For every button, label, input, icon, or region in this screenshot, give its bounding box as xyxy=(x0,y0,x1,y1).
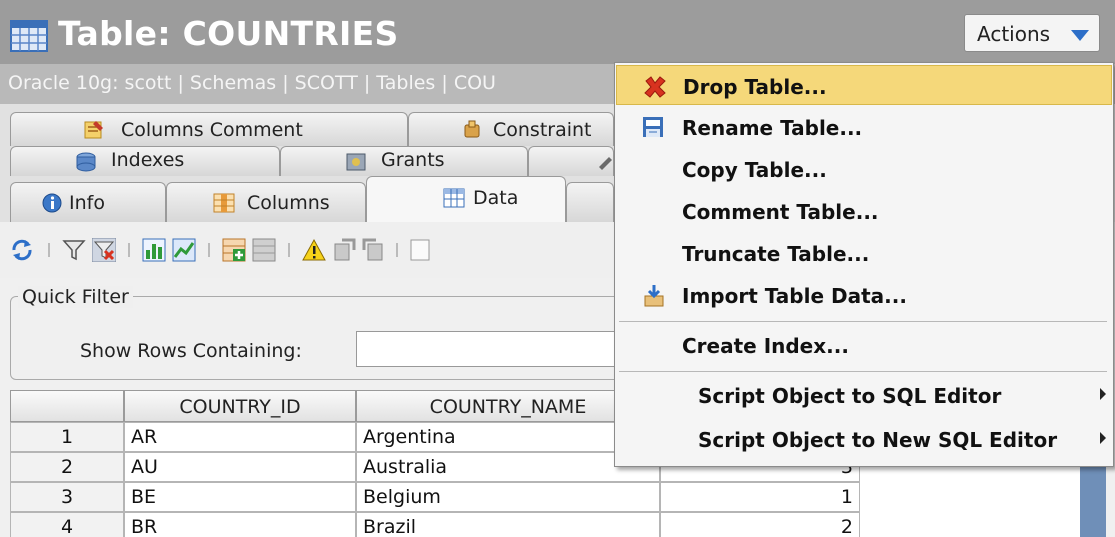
actions-button[interactable]: Actions xyxy=(964,14,1100,52)
menu-item-label: Import Table Data... xyxy=(682,284,907,308)
columns-icon xyxy=(213,193,235,213)
submenu-arrow-icon xyxy=(1100,388,1106,400)
row-number-header xyxy=(10,390,124,422)
menu-item-label: Copy Table... xyxy=(682,158,827,182)
table-cell[interactable]: AR xyxy=(124,422,356,452)
menu-separator xyxy=(619,371,1107,372)
show-rows-label: Show Rows Containing: xyxy=(80,340,302,362)
separator xyxy=(48,243,50,257)
actions-label: Actions xyxy=(977,22,1051,46)
line-chart-icon[interactable] xyxy=(172,238,196,262)
caret-down-icon xyxy=(1071,30,1089,41)
menu-item-label: Comment Table... xyxy=(682,200,879,224)
tab-info[interactable]: Info xyxy=(10,182,166,222)
chart-icon[interactable] xyxy=(142,238,166,262)
separator xyxy=(128,243,130,257)
page-title: Table: COUNTRIES xyxy=(58,14,399,53)
tab-columns-comment[interactable]: Columns Comment xyxy=(10,112,408,146)
clear-filter-icon[interactable] xyxy=(92,238,116,262)
menu-item-label: Rename Table... xyxy=(682,116,863,140)
menu-item-script-object-sql-editor[interactable]: Script Object to SQL Editor xyxy=(616,375,1112,415)
column-header-country-id[interactable]: COUNTRY_ID xyxy=(124,390,356,422)
table-cell[interactable]: 2 xyxy=(660,512,860,537)
tab-grants[interactable]: Grants xyxy=(280,146,528,176)
row-number[interactable]: 1 xyxy=(10,422,124,452)
commit-icon[interactable] xyxy=(332,238,356,262)
info-icon xyxy=(42,193,62,213)
row-number[interactable]: 3 xyxy=(10,482,124,512)
tab-label: Indexes xyxy=(111,149,185,171)
menu-item-rename-table[interactable]: Rename Table... xyxy=(616,107,1112,147)
menu-item-drop-table[interactable]: Drop Table... xyxy=(616,65,1112,105)
menu-item-label: Drop Table... xyxy=(683,75,827,99)
filter-input[interactable] xyxy=(356,331,656,367)
grants-icon xyxy=(346,153,366,171)
table-cell[interactable]: 1 xyxy=(660,482,860,512)
import-icon xyxy=(644,285,664,307)
menu-item-create-index[interactable]: Create Index... xyxy=(616,325,1112,365)
actions-menu: Drop Table... Rename Table... Copy Table… xyxy=(614,62,1114,467)
table-icon xyxy=(10,20,48,52)
menu-item-script-object-new-sql-editor[interactable]: Script Object to New SQL Editor xyxy=(616,419,1112,459)
rename-table-icon xyxy=(643,117,663,137)
table-cell[interactable]: BE xyxy=(124,482,356,512)
drop-x-icon xyxy=(644,76,666,98)
tab-label: Columns xyxy=(247,192,330,214)
add-row-icon[interactable] xyxy=(222,238,246,262)
menu-item-import-table-data[interactable]: Import Table Data... xyxy=(616,275,1112,315)
tab-label: Constraint xyxy=(493,119,592,141)
table-cell[interactable]: Belgium xyxy=(356,482,660,512)
tab-partial-2[interactable] xyxy=(566,182,614,222)
submenu-arrow-icon xyxy=(1100,432,1106,444)
separator xyxy=(288,243,290,257)
index-icon xyxy=(76,152,96,172)
table-cell[interactable]: BR xyxy=(124,512,356,537)
tab-label: Columns Comment xyxy=(121,119,303,141)
tab-constraints[interactable]: Constraint xyxy=(408,112,614,146)
filter-icon[interactable] xyxy=(62,238,86,262)
menu-item-label: Truncate Table... xyxy=(682,242,870,266)
warning-icon[interactable] xyxy=(302,238,326,262)
menu-item-comment-table[interactable]: Comment Table... xyxy=(616,191,1112,231)
menu-item-label: Script Object to New SQL Editor xyxy=(698,428,1058,452)
tab-label: Data xyxy=(473,187,519,209)
menu-item-label: Script Object to SQL Editor xyxy=(698,384,1002,408)
separator xyxy=(396,243,398,257)
quick-filter-title: Quick Filter xyxy=(18,286,133,308)
table-cell[interactable]: Brazil xyxy=(356,512,660,537)
data-grid-icon xyxy=(443,188,465,208)
title-bar: Table: COUNTRIES Actions xyxy=(0,0,1115,64)
menu-separator xyxy=(619,321,1107,322)
rollback-icon[interactable] xyxy=(362,238,386,262)
tab-label: Info xyxy=(69,192,105,214)
tab-data[interactable]: Data xyxy=(366,176,566,222)
refresh-icon[interactable] xyxy=(10,238,34,262)
constraint-icon xyxy=(464,120,480,138)
comment-icon xyxy=(84,121,103,139)
row-number[interactable]: 2 xyxy=(10,452,124,482)
tab-indexes[interactable]: Indexes xyxy=(10,146,280,176)
tab-columns[interactable]: Columns xyxy=(166,182,366,222)
tool-icon xyxy=(599,157,612,170)
breadcrumb-text[interactable]: Oracle 10g: scott | Schemas | SCOTT | Ta… xyxy=(8,72,496,94)
export-icon[interactable] xyxy=(408,238,432,262)
table-cell[interactable]: AU xyxy=(124,452,356,482)
menu-item-truncate-table[interactable]: Truncate Table... xyxy=(616,233,1112,273)
menu-item-copy-table[interactable]: Copy Table... xyxy=(616,149,1112,189)
menu-item-label: Create Index... xyxy=(682,334,849,358)
separator xyxy=(208,243,210,257)
delete-row-icon[interactable] xyxy=(252,238,276,262)
tab-label: Grants xyxy=(381,149,445,171)
row-number[interactable]: 4 xyxy=(10,512,124,537)
tab-partial[interactable] xyxy=(528,146,614,176)
